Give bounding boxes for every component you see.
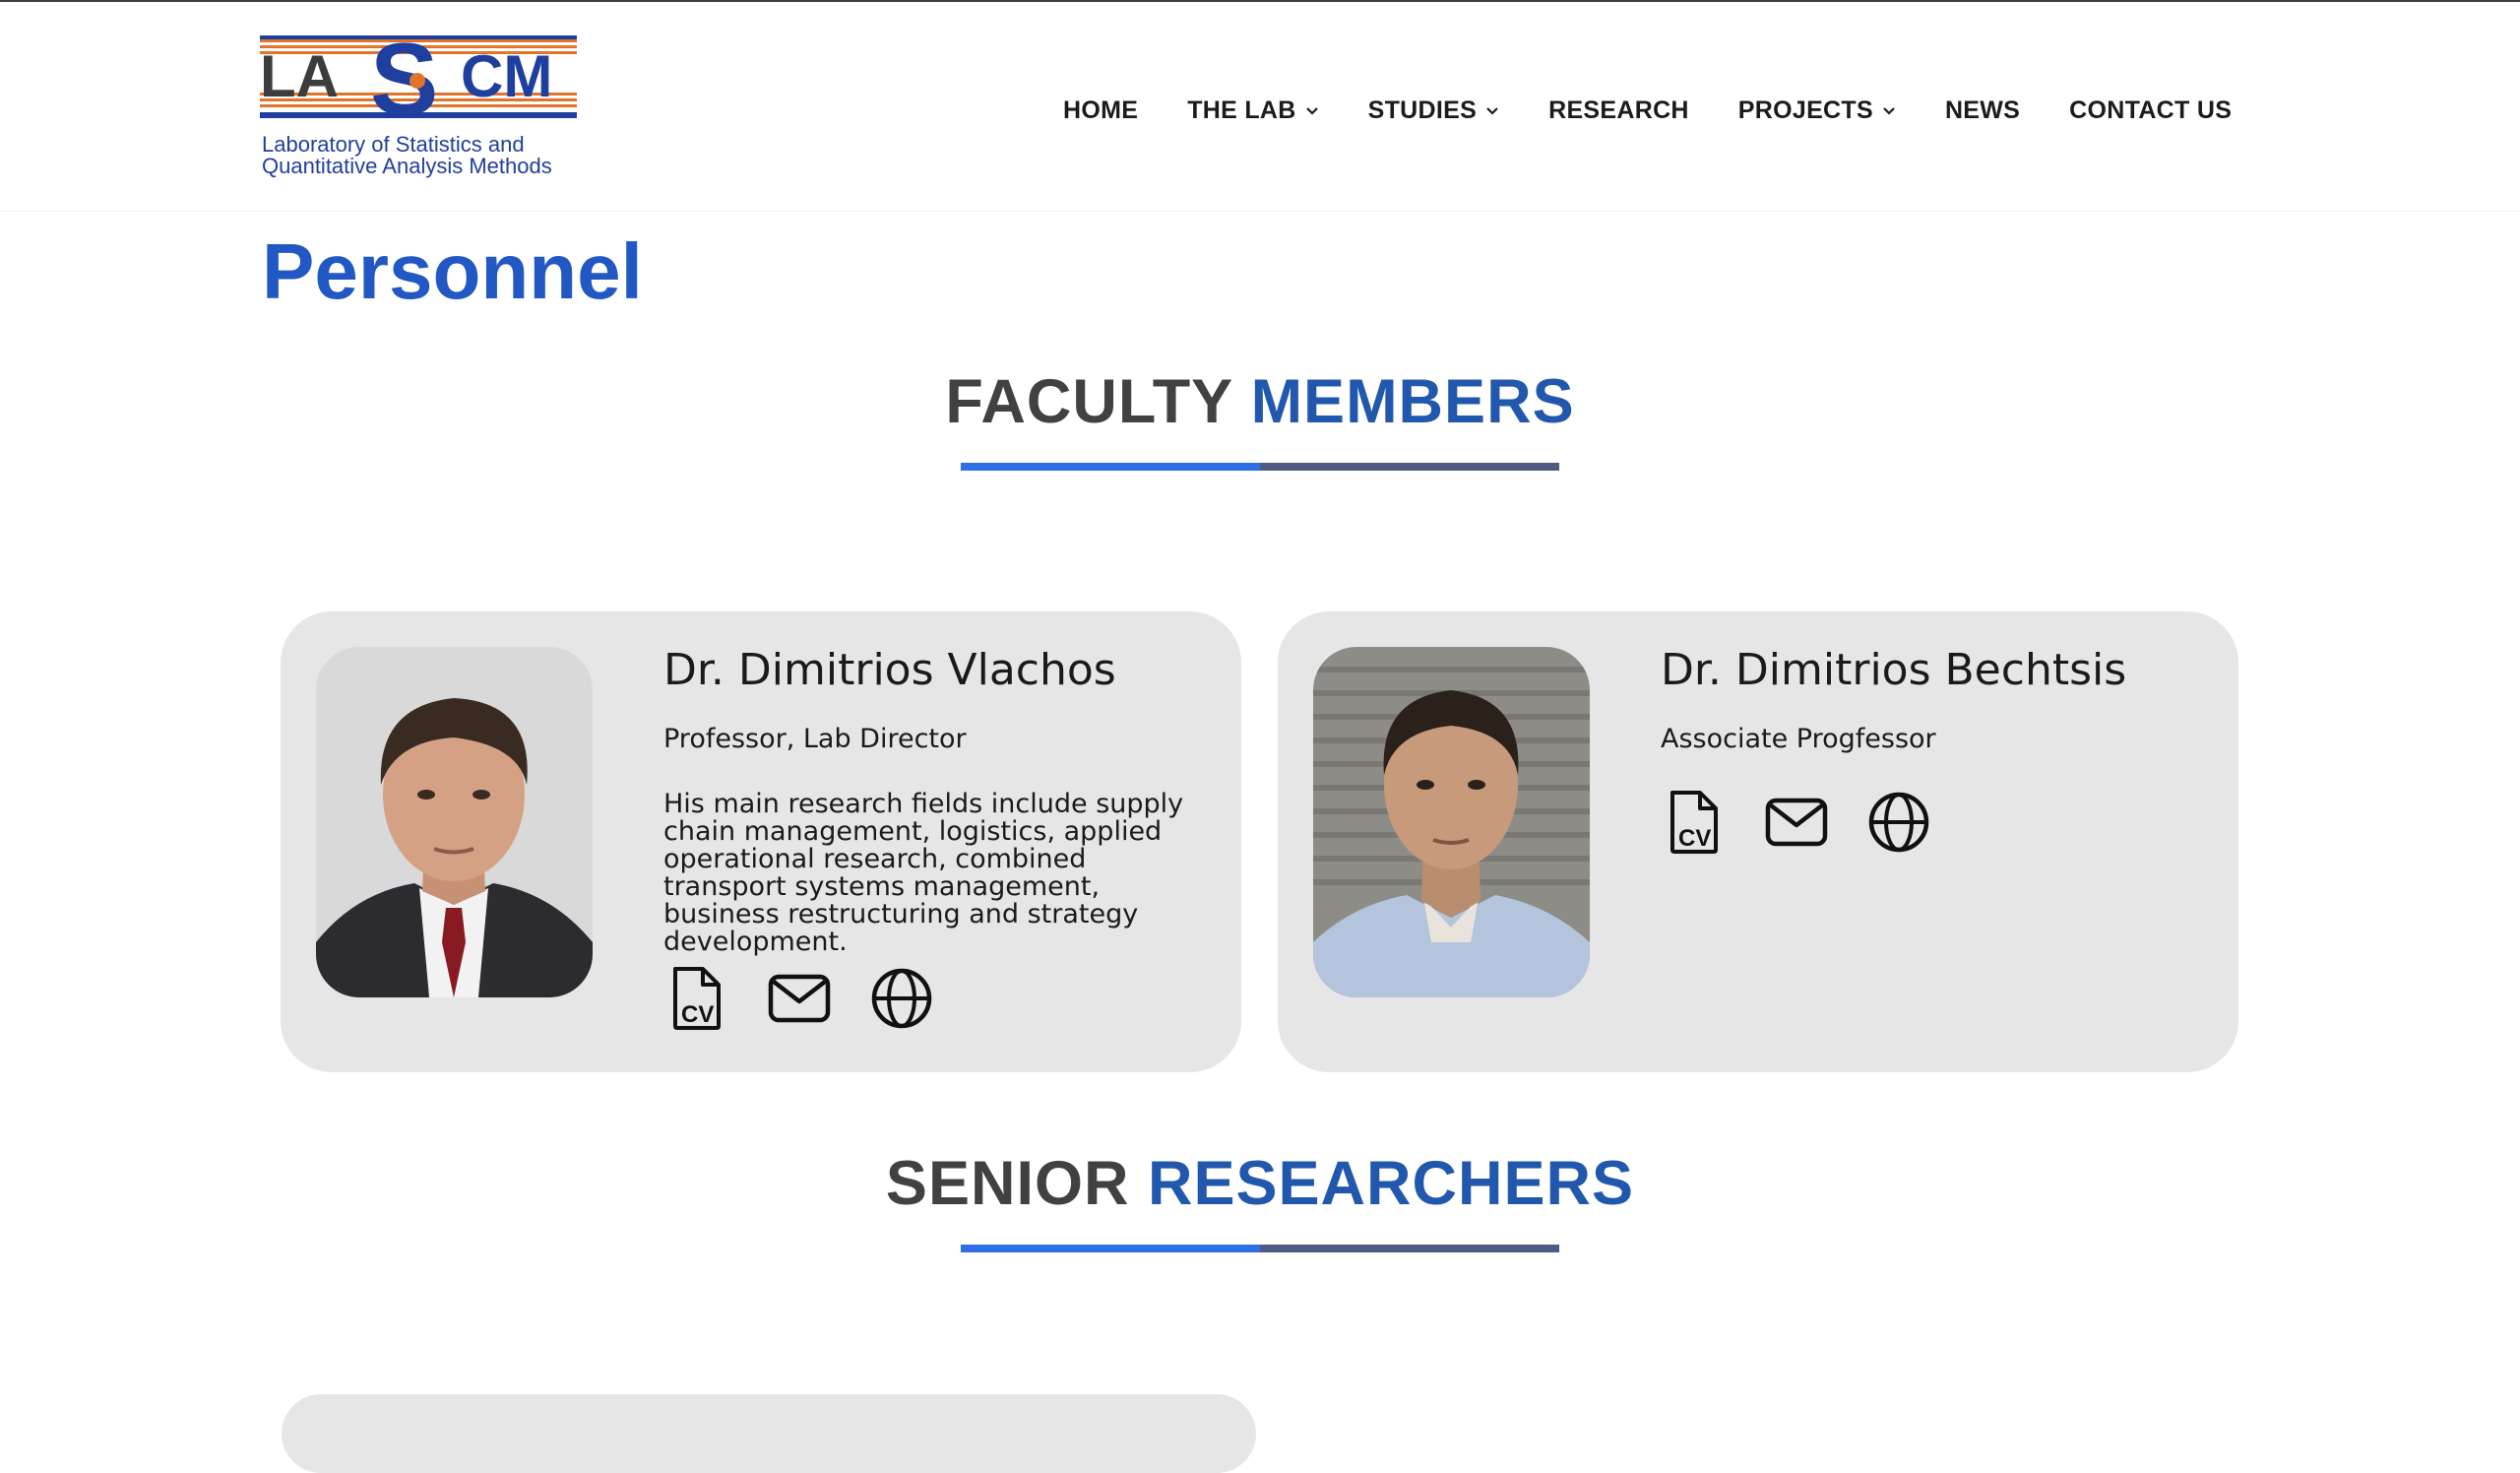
lascm-logo-mark: LA S CM bbox=[260, 35, 577, 134]
nav-the-lab-label: THE LAB bbox=[1187, 96, 1296, 124]
faculty-role: Professor, Lab Director bbox=[663, 724, 967, 754]
chevron-down-icon bbox=[1486, 107, 1498, 115]
nav-studies[interactable]: STUDIES bbox=[1368, 96, 1499, 125]
faculty-heading-part2: MEMBERS bbox=[1250, 367, 1575, 436]
website-link-button[interactable] bbox=[1865, 789, 1932, 856]
page-title: Personnel bbox=[262, 227, 643, 315]
senior-heading-part2: RESEARCHERS bbox=[1147, 1149, 1635, 1218]
faculty-members-heading: FACULTY MEMBERS bbox=[0, 362, 2520, 441]
faculty-links: CV bbox=[663, 965, 935, 1032]
globe-icon bbox=[1868, 792, 1929, 853]
logo-subtitle: Laboratory of Statistics and Quantitativ… bbox=[262, 134, 593, 177]
nav-home[interactable]: HOME bbox=[1063, 96, 1138, 125]
faculty-photo bbox=[1313, 647, 1590, 997]
faculty-name: Dr. Dimitrios Vlachos bbox=[663, 645, 1116, 695]
nav-news-label: NEWS bbox=[1944, 96, 2021, 124]
portrait-photo bbox=[1313, 647, 1590, 997]
faculty-description: His main research fields include supply … bbox=[663, 789, 1184, 957]
mail-icon bbox=[768, 974, 831, 1023]
svg-text:CV: CV bbox=[681, 1001, 714, 1028]
logo-subtitle-line1: Laboratory of Statistics and bbox=[262, 132, 525, 157]
nav-research[interactable]: RESEARCH bbox=[1548, 96, 1689, 125]
senior-heading-underline bbox=[961, 1245, 1559, 1252]
svg-text:CV: CV bbox=[1678, 825, 1711, 852]
nav-contact-us-label: CONTACT US bbox=[2069, 96, 2233, 124]
main-nav: HOME THE LAB STUDIES RESEARCH PROJECTS N… bbox=[1063, 91, 2232, 130]
email-link-button[interactable] bbox=[1763, 789, 1830, 856]
senior-researchers-heading: SENIOR RESEARCHERS bbox=[0, 1144, 2520, 1223]
site-logo[interactable]: LA S CM Laboratory of Statistics and Qua… bbox=[260, 35, 591, 183]
mail-icon bbox=[1765, 798, 1828, 847]
logo-subtitle-line2: Quantitative Analysis Methods bbox=[262, 154, 552, 178]
svg-text:S: S bbox=[370, 35, 438, 134]
senior-heading-part1: SENIOR bbox=[885, 1149, 1130, 1218]
cv-file-icon: CV bbox=[673, 967, 721, 1030]
faculty-links: CV bbox=[1661, 789, 1932, 856]
chevron-down-icon bbox=[1883, 107, 1895, 115]
nav-the-lab[interactable]: THE LAB bbox=[1187, 96, 1318, 125]
svg-text:LA: LA bbox=[260, 43, 339, 109]
globe-icon bbox=[871, 968, 932, 1029]
portrait-photo bbox=[316, 647, 593, 997]
website-link-button[interactable] bbox=[868, 965, 935, 1032]
nav-projects-label: PROJECTS bbox=[1737, 96, 1873, 124]
nav-news[interactable]: NEWS bbox=[1945, 96, 2020, 125]
faculty-card: Dr. Dimitrios Vlachos Professor, Lab Dir… bbox=[281, 611, 1241, 1072]
svg-text:CM: CM bbox=[461, 43, 552, 109]
email-link-button[interactable] bbox=[766, 965, 833, 1032]
nav-research-label: RESEARCH bbox=[1548, 96, 1689, 124]
cv-link-button[interactable]: CV bbox=[663, 965, 730, 1032]
nav-contact-us[interactable]: CONTACT US bbox=[2069, 96, 2232, 125]
faculty-role: Associate Progfessor bbox=[1661, 724, 1936, 754]
chevron-down-icon bbox=[1305, 107, 1318, 115]
faculty-photo bbox=[316, 647, 593, 997]
cv-link-button[interactable]: CV bbox=[1661, 789, 1728, 856]
nav-studies-label: STUDIES bbox=[1367, 96, 1478, 124]
nav-projects[interactable]: PROJECTS bbox=[1738, 96, 1896, 125]
faculty-name: Dr. Dimitrios Bechtsis bbox=[1661, 645, 2127, 695]
researcher-card bbox=[282, 1394, 1256, 1473]
faculty-card: Dr. Dimitrios Bechtsis Associate Progfes… bbox=[1278, 611, 2238, 1072]
site-header: LA S CM Laboratory of Statistics and Qua… bbox=[0, 2, 2520, 212]
cv-file-icon: CV bbox=[1670, 791, 1718, 854]
faculty-heading-part1: FACULTY bbox=[945, 367, 1233, 436]
nav-home-label: HOME bbox=[1063, 96, 1139, 124]
faculty-heading-underline bbox=[961, 463, 1559, 471]
